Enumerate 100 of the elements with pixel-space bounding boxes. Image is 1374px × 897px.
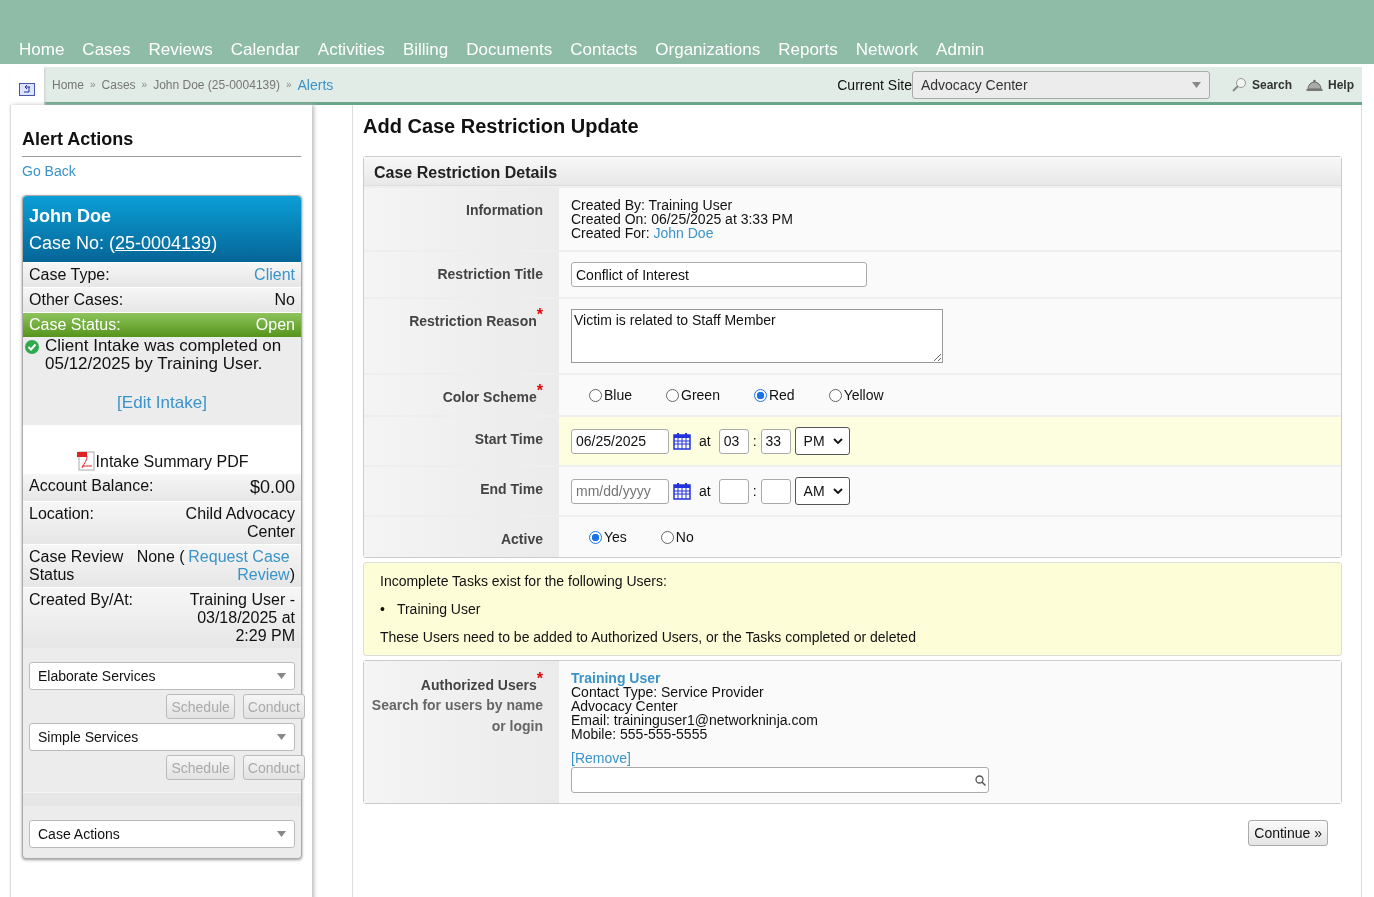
calendar-icon[interactable] — [673, 482, 691, 500]
nav-link[interactable]: Contacts — [561, 40, 647, 60]
services-select[interactable]: Elaborate Services — [29, 662, 295, 690]
radio-option[interactable]: No — [660, 529, 694, 545]
user-detail: Mobile: 555-555-5555 — [571, 727, 708, 741]
radio-option[interactable]: Yellow — [828, 387, 884, 403]
closing-paren: ) — [289, 566, 295, 584]
go-back-link[interactable]: Go Back — [22, 163, 301, 179]
caret-icon — [277, 831, 286, 837]
user-search-field[interactable] — [571, 767, 989, 793]
breadcrumb-link[interactable]: Cases — [101, 77, 136, 92]
radio-icon[interactable] — [828, 388, 842, 402]
nav-link[interactable]: Documents — [457, 40, 562, 60]
radio-icon[interactable] — [660, 530, 674, 544]
row-label: Location: — [29, 505, 94, 524]
nav-link[interactable]: Organizations — [646, 40, 770, 60]
help-link[interactable]: Help — [1306, 77, 1354, 92]
hour-field[interactable]: 03 — [718, 428, 749, 454]
title-field[interactable]: Conflict of Interest — [571, 262, 867, 287]
info-line: Created For: — [571, 225, 650, 241]
row-value: Open — [255, 316, 295, 334]
bell-icon — [1306, 78, 1323, 91]
time-colon: : — [752, 433, 757, 449]
row-value: $0.00 — [249, 477, 295, 498]
case-number-link[interactable]: 25-0004139 — [115, 233, 212, 253]
nav-link[interactable]: Reports — [769, 40, 847, 60]
breadcrumb-separator: » — [285, 79, 292, 90]
row-link[interactable]: Client — [254, 266, 295, 284]
ampm-select[interactable]: PM — [794, 427, 850, 455]
caret-icon — [277, 673, 286, 679]
page-title: Add Case Restriction Update — [363, 115, 640, 138]
user-name-link[interactable]: Training User — [571, 671, 1329, 685]
radio-icon[interactable] — [666, 388, 680, 402]
edit-intake-link[interactable]: [Edit Intake] — [23, 393, 301, 413]
row-value: Training User - 03/18/2025 at 2:29 PM — [188, 591, 295, 645]
user-detail: Advocacy Center — [571, 699, 678, 713]
breadcrumb-link[interactable]: Alerts — [297, 76, 334, 93]
radio-option[interactable]: Red — [753, 387, 795, 403]
radio-icon[interactable] — [589, 388, 602, 402]
back-icon[interactable] — [19, 82, 35, 96]
required-mark: * — [536, 670, 543, 688]
site-select[interactable]: Advocacy Center — [911, 70, 1210, 99]
row-label: Other Cases: — [29, 291, 124, 309]
alert-footer: These Users need to be added to Authorized Users, or the Tasks completed or deleted — [380, 629, 1325, 645]
search-icon — [1231, 77, 1247, 92]
pdf-link[interactable]: Intake Summary PDF — [95, 453, 249, 471]
radio-option[interactable]: Blue — [589, 387, 633, 403]
radio-option[interactable]: Yes — [589, 529, 627, 545]
date-field[interactable]: mm/dd/yyyy — [571, 478, 669, 504]
breadcrumb-separator: » — [141, 79, 148, 90]
radio-icon[interactable] — [589, 530, 602, 544]
field-hint: Search for users by name or login — [370, 696, 543, 736]
section-title: Case Restriction Details — [364, 157, 1341, 186]
request-review-link[interactable]: Request Case Review — [184, 548, 290, 584]
field-label: End Time — [364, 467, 559, 515]
nav-link[interactable]: Admin — [927, 40, 994, 60]
row-label: Created By/At: — [29, 591, 134, 610]
field-label: Active — [364, 517, 559, 557]
calendar-icon[interactable] — [673, 432, 691, 450]
required-mark: * — [536, 306, 543, 324]
field-label: Restriction Title — [364, 252, 559, 297]
search-link[interactable]: Search — [1231, 77, 1292, 92]
remove-link[interactable]: [Remove] — [571, 751, 631, 765]
row-value: Child Advocacy Center — [184, 505, 295, 541]
continue-button[interactable]: Continue » — [1248, 820, 1328, 846]
user-detail: Contact Type: Service Provider — [571, 685, 765, 699]
radio-icon[interactable] — [753, 388, 767, 402]
hour-field[interactable] — [718, 478, 749, 504]
pdf-icon[interactable] — [75, 451, 96, 471]
nav-link[interactable]: Cases — [73, 40, 140, 60]
search-icon — [975, 774, 986, 786]
row-value: None ( — [136, 548, 185, 566]
breadcrumb-link[interactable]: John Doe (25-0004139) — [153, 77, 280, 92]
nav-link[interactable]: Reviews — [139, 40, 222, 60]
services-select[interactable]: Simple Services — [29, 723, 295, 751]
breadcrumb-link[interactable]: Home — [52, 77, 84, 92]
row-label: Case Status: — [29, 316, 121, 334]
date-field[interactable]: 06/25/2025 — [571, 428, 669, 454]
field-label: Information — [364, 188, 559, 250]
case-actions-select[interactable]: Case Actions — [29, 820, 295, 848]
minute-field[interactable]: 33 — [760, 428, 791, 454]
minute-field[interactable] — [760, 478, 791, 504]
created-for-link[interactable]: John Doe — [653, 225, 714, 241]
nav-link[interactable]: Billing — [393, 40, 458, 60]
reason-field[interactable]: Victim is related to Staff Member — [571, 309, 943, 363]
at-label: at — [699, 433, 711, 449]
intake-note: Client Intake was completed on 05/12/2025 by Training User. — [45, 337, 283, 373]
alert-item: Training User — [396, 601, 481, 617]
radio-option[interactable]: Green — [666, 387, 720, 403]
row-label: Case Type: — [29, 266, 110, 284]
nav-link[interactable]: Network — [846, 40, 928, 60]
breadcrumb-separator: » — [90, 79, 96, 90]
check-icon — [25, 340, 39, 354]
field-label: Start Time — [364, 417, 559, 465]
sidebar-title: Alert Actions — [22, 129, 301, 157]
info-line: Created By: Training User — [571, 198, 734, 212]
nav-link[interactable]: Activities — [308, 40, 394, 60]
nav-link[interactable]: Home — [10, 40, 74, 60]
ampm-select[interactable]: AM — [794, 477, 850, 505]
nav-link[interactable]: Calendar — [221, 40, 309, 60]
